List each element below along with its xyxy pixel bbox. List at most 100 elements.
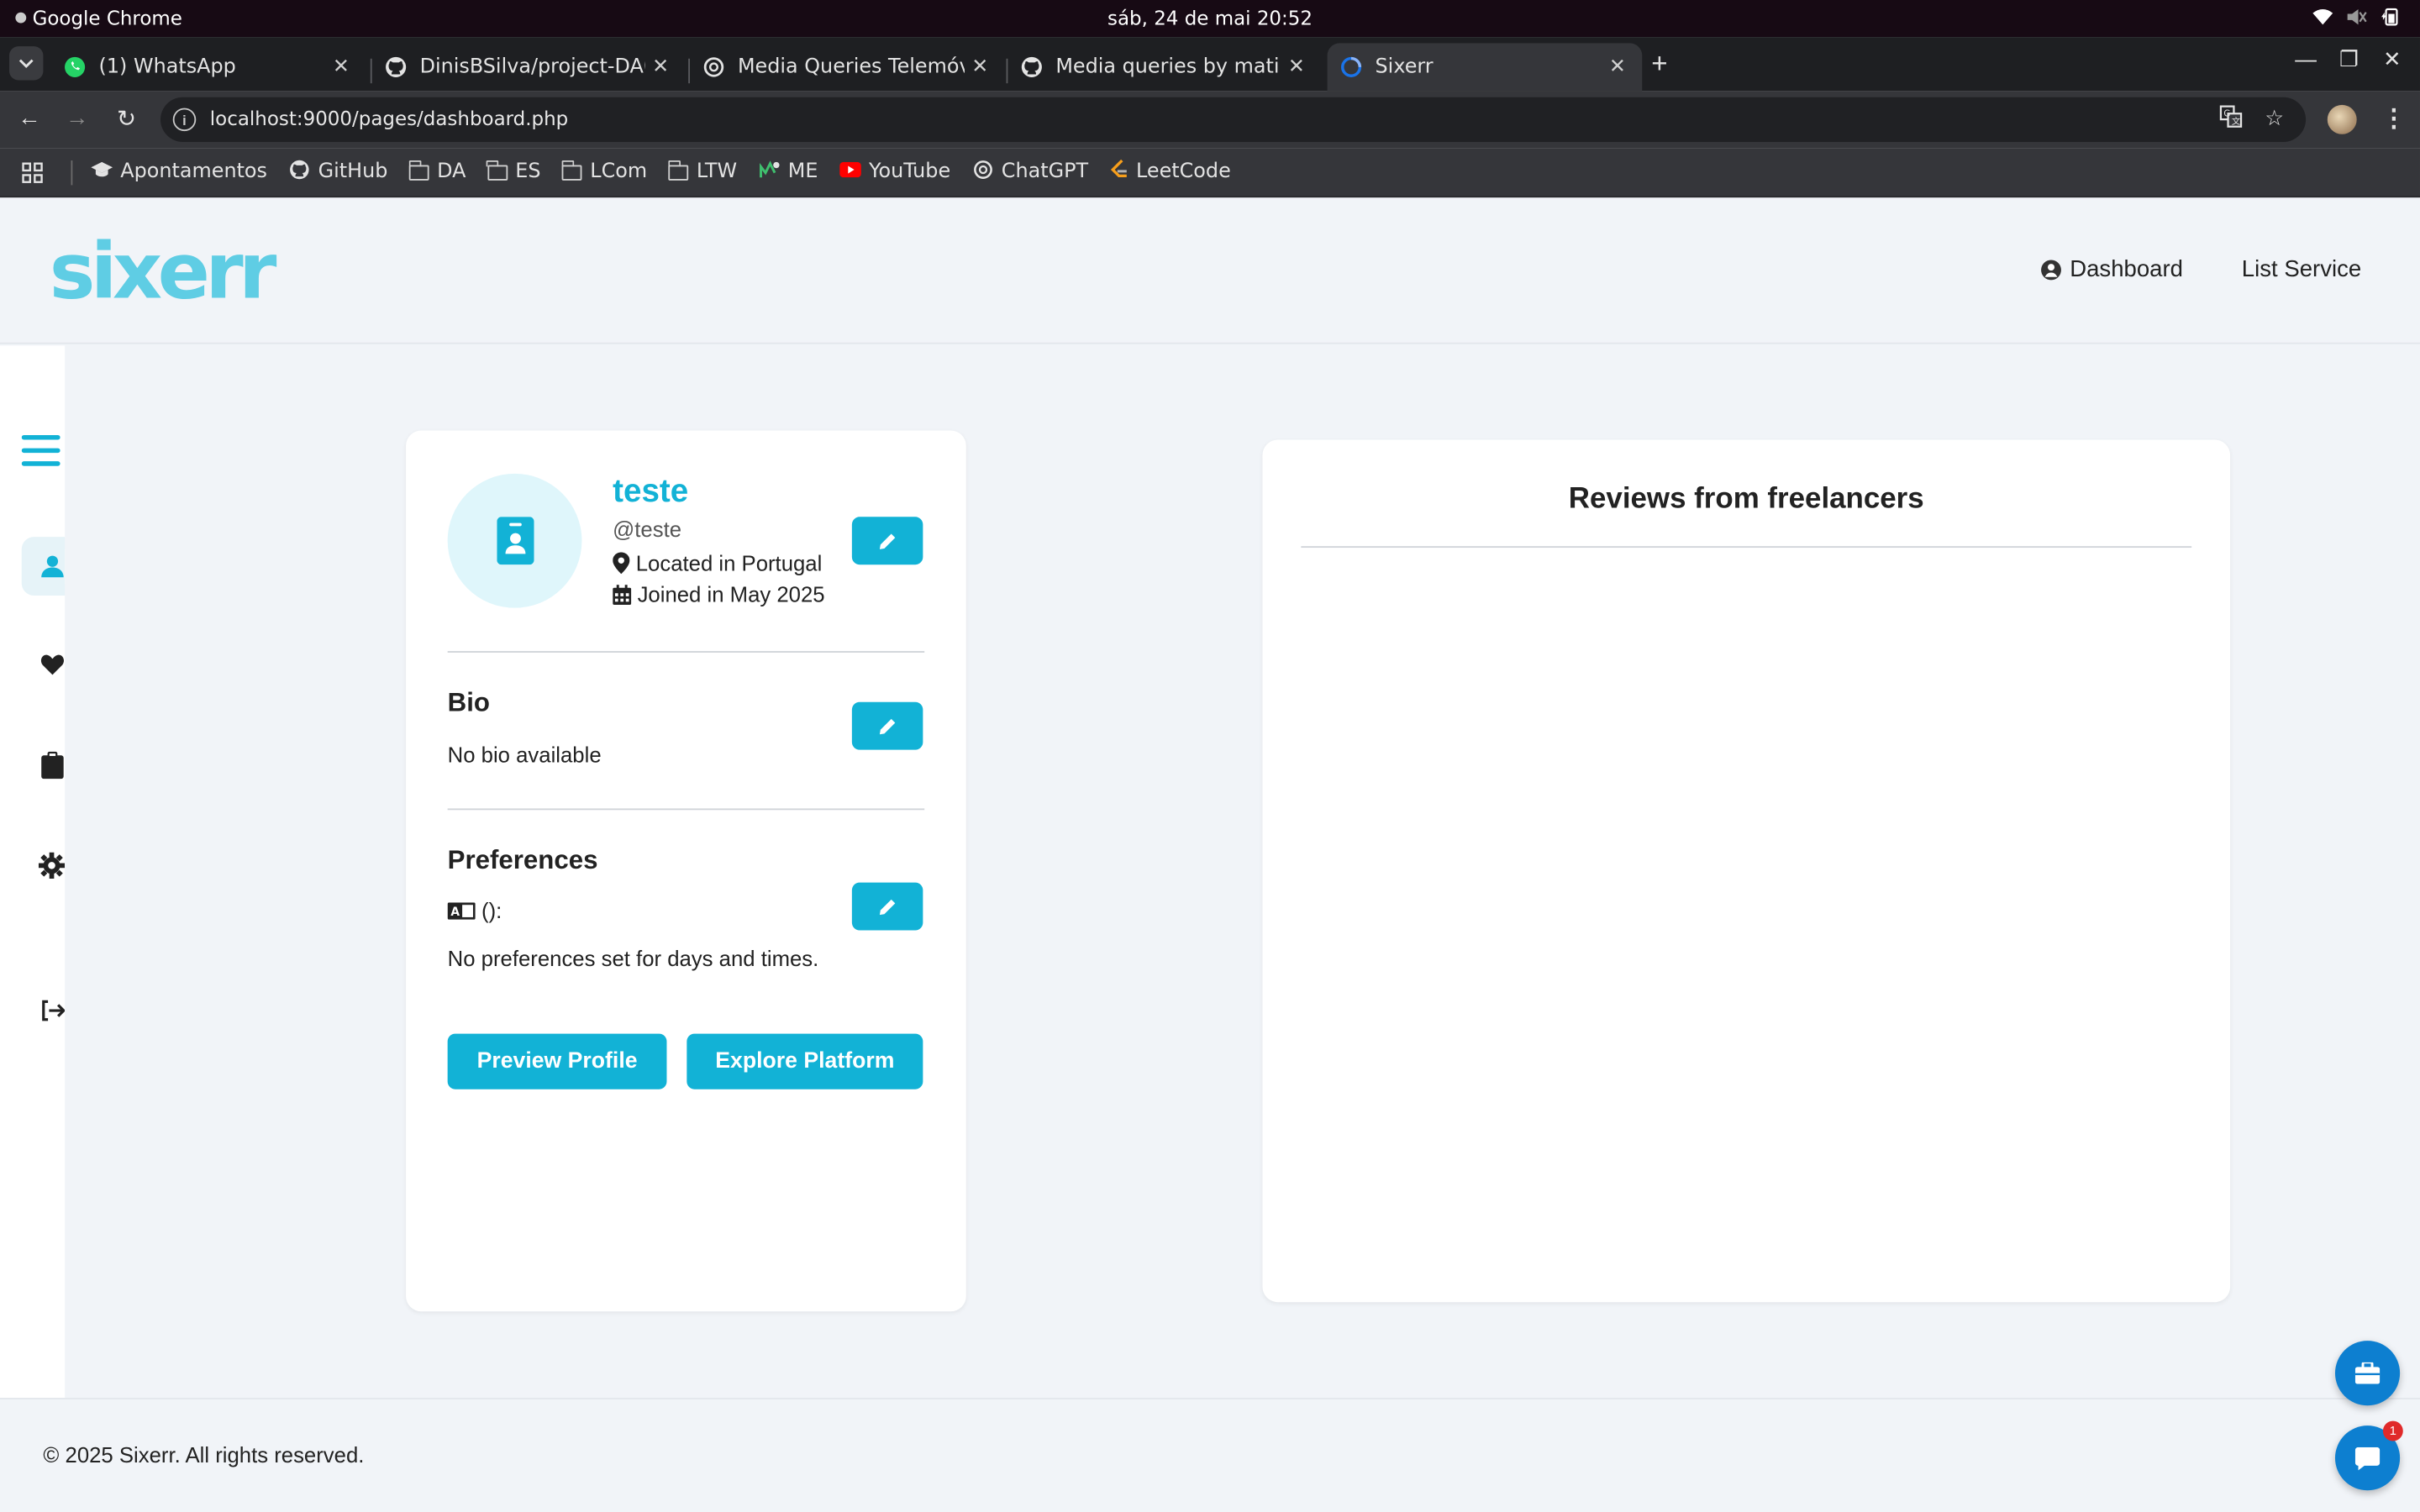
tab-title: (1) WhatsApp [98, 55, 236, 79]
bookmark-chatgpt[interactable]: ChatGPT [972, 158, 1088, 186]
bookmark-label: ChatGPT [1001, 160, 1089, 184]
tab-media-queries-telemovel[interactable]: Media Queries Telemóvel ✕ [690, 43, 1005, 91]
sidebar-item-profile[interactable] [21, 537, 66, 596]
bookmark-label: LCom [590, 160, 648, 184]
edit-bio-button[interactable] [851, 701, 923, 750]
tab-whatsapp[interactable]: (1) WhatsApp ✕ [51, 43, 366, 91]
bookmark-folder-da[interactable]: DA [408, 160, 466, 184]
sidebar [0, 345, 66, 1399]
tab-title: Sixerr [1375, 55, 1434, 79]
translate-icon[interactable]: G文 [2220, 105, 2244, 133]
preferences-text: No preferences set for days and times. [447, 945, 819, 971]
bookmark-folder-ltw[interactable]: LTW [667, 160, 738, 184]
bio-text: No bio available [447, 742, 602, 767]
nav-dashboard[interactable]: Dashboard [2040, 256, 2183, 282]
sidebar-item-favorites[interactable] [22, 636, 65, 695]
profile-location: Located in Portugal [613, 551, 822, 575]
main-nav: Dashboard List Service [2040, 256, 2361, 282]
battery-icon[interactable] [2380, 6, 2402, 28]
chrome-menu-icon[interactable]: ⋮ [2381, 103, 2406, 134]
wifi-icon[interactable] [2312, 6, 2333, 28]
close-icon[interactable]: ✕ [645, 55, 676, 79]
volume-muted-icon[interactable] [2346, 6, 2368, 28]
sidebar-item-settings[interactable] [22, 837, 66, 895]
minimize-icon[interactable]: — [2284, 46, 2327, 72]
bookmark-leetcode[interactable]: LeetCode [1110, 158, 1231, 186]
profile-avatar[interactable] [2327, 104, 2357, 134]
language-icon: A [447, 901, 476, 919]
hamburger-menu-icon[interactable] [21, 433, 60, 475]
sidebar-item-orders[interactable] [22, 736, 65, 795]
tab-strip: (1) WhatsApp ✕ DinisBSilva/project-DA02 … [0, 37, 2420, 92]
bookmark-apontamentos[interactable]: Apontamentos [91, 160, 267, 184]
edit-profile-button[interactable] [851, 517, 923, 565]
tab-search-button[interactable] [9, 46, 44, 81]
web-page: sixerr Dashboard List Service teste @tes… [0, 198, 2420, 1512]
divider [447, 808, 925, 811]
user-circle-icon [2041, 259, 2062, 280]
chatgpt-icon [702, 55, 726, 79]
preferences-title: Preferences [447, 845, 598, 875]
user-icon [41, 555, 64, 578]
tab-media-queries-matilde[interactable]: Media queries by matilde ✕ [1007, 43, 1321, 91]
bookmark-label: LTW [696, 160, 738, 184]
svg-text:sixerr: sixerr [50, 230, 277, 307]
os-clock[interactable]: sáb, 24 de mai 20:52 [0, 6, 2420, 29]
new-tab-button[interactable]: + [1651, 48, 1667, 81]
me-icon [759, 158, 781, 186]
notification-badge: 1 [2382, 1420, 2403, 1441]
bookmark-star-icon[interactable]: ☆ [2265, 105, 2284, 133]
svg-text:文: 文 [2233, 116, 2241, 127]
chatgpt-icon [972, 158, 994, 186]
close-window-icon[interactable]: ✕ [2370, 46, 2413, 72]
bookmark-folder-lcom[interactable]: LCom [561, 160, 648, 184]
whatsapp-icon [63, 55, 87, 79]
bio-title: Bio [447, 688, 490, 718]
chat-fab-button[interactable]: 1 [2334, 1420, 2403, 1491]
chat-bubble-icon [2354, 1446, 2381, 1470]
services-fab-button[interactable] [2334, 1341, 2401, 1406]
close-icon[interactable]: ✕ [1281, 55, 1312, 79]
bookmark-label: Apontamentos [120, 160, 268, 184]
profile-joined: Joined in May 2025 [613, 581, 825, 606]
nav-dashboard-label: Dashboard [2070, 255, 2183, 283]
restore-icon[interactable]: ❐ [2328, 46, 2370, 72]
bookmark-folder-es[interactable]: ES [487, 160, 541, 184]
bookmark-separator [71, 160, 73, 185]
sidebar-item-logout[interactable] [22, 981, 66, 1040]
edit-preferences-button[interactable] [851, 882, 923, 931]
profile-card: teste @teste Located in Portugal Joined … [406, 430, 966, 1312]
tab-github-project[interactable]: DinisBSilva/project-DA02 ✕ [372, 43, 686, 91]
url-text[interactable]: localhost:9000/pages/dashboard.php [210, 107, 568, 130]
tab-sixerr[interactable]: Sixerr ✕ [1327, 43, 1643, 92]
preview-profile-button[interactable]: Preview Profile [447, 1033, 667, 1089]
svg-text:A: A [450, 905, 460, 918]
bookmark-label: ME [787, 160, 818, 184]
back-icon[interactable]: ← [14, 105, 45, 131]
bookmark-github[interactable]: GitHub [289, 158, 387, 186]
profile-location-text: Located in Portugal [635, 550, 823, 576]
graduation-cap-icon [91, 160, 113, 184]
apps-grid-icon[interactable] [22, 161, 44, 183]
bookmark-youtube[interactable]: YouTube [839, 160, 950, 184]
forward-icon[interactable]: → [61, 105, 92, 131]
nav-list-service-label: List Service [2241, 255, 2362, 283]
reload-icon[interactable]: ↻ [111, 105, 142, 133]
explore-platform-button[interactable]: Explore Platform [687, 1033, 923, 1089]
site-info-icon[interactable]: i [172, 108, 197, 132]
nav-list-service[interactable]: List Service [2242, 256, 2361, 282]
window-controls: — ❐ ✕ [2284, 46, 2413, 72]
youtube-icon [839, 160, 861, 184]
system-tray[interactable] [2312, 6, 2402, 28]
close-icon[interactable]: ✕ [1602, 55, 1634, 79]
bookmark-label: LeetCode [1136, 160, 1231, 184]
sixerr-logo[interactable]: sixerr [50, 230, 343, 307]
close-icon[interactable]: ✕ [326, 55, 357, 79]
close-icon[interactable]: ✕ [965, 55, 996, 79]
profile-joined-text: Joined in May 2025 [637, 581, 825, 606]
bookmark-label: ES [515, 160, 541, 184]
bookmark-me[interactable]: ME [759, 158, 818, 186]
address-bar[interactable]: i localhost:9000/pages/dashboard.php G文 … [160, 97, 2307, 142]
logout-icon [42, 1000, 66, 1021]
folder-icon [408, 160, 429, 180]
